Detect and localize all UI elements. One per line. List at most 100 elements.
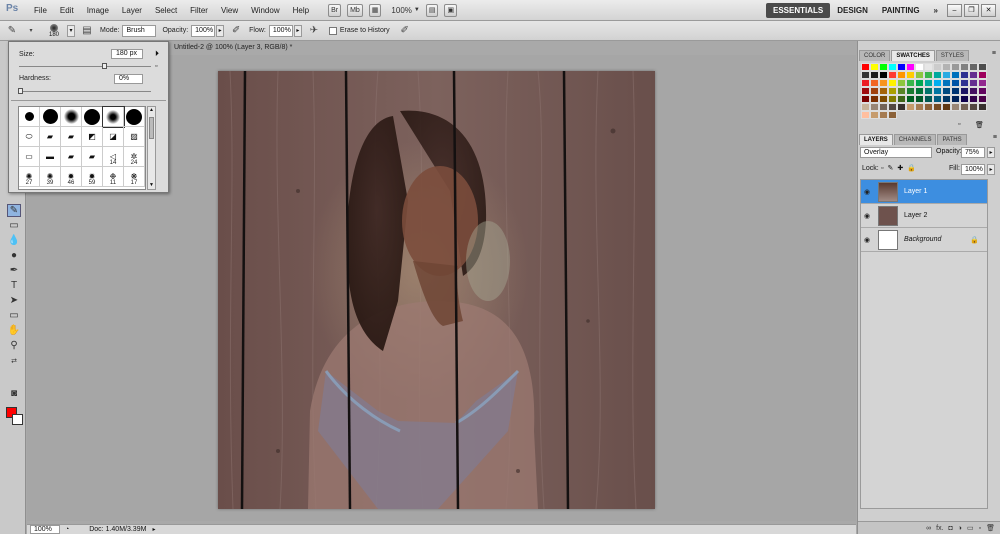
brush-tip[interactable]: ▰ xyxy=(82,147,103,167)
adjustment-layer-icon[interactable]: ◑ xyxy=(958,525,962,532)
color-swatch[interactable] xyxy=(915,87,924,95)
dodge-tool-icon[interactable]: ● xyxy=(7,249,21,262)
workspace-essentials[interactable]: ESSENTIALS xyxy=(766,2,831,18)
color-swatch[interactable] xyxy=(942,95,951,103)
brush-tip-hard-round[interactable] xyxy=(40,107,61,127)
visibility-eye-icon[interactable]: ◉ xyxy=(864,188,874,196)
tab-color[interactable]: COLOR xyxy=(859,50,891,61)
color-swatch[interactable] xyxy=(924,95,933,103)
color-swatch[interactable] xyxy=(969,95,978,103)
tab-paths[interactable]: PATHS xyxy=(937,134,967,145)
color-swatch[interactable] xyxy=(897,71,906,79)
size-slider[interactable] xyxy=(19,66,151,67)
menu-view[interactable]: View xyxy=(221,6,238,15)
airbrush-icon[interactable]: ✈ xyxy=(307,24,321,38)
color-swatch[interactable] xyxy=(879,63,888,71)
brush-tip-hard-round-sm[interactable] xyxy=(19,107,40,127)
status-info-icon[interactable]: ◔ xyxy=(65,526,69,533)
color-swatch[interactable] xyxy=(870,71,879,79)
color-swatch[interactable] xyxy=(969,71,978,79)
hardness-input[interactable]: 0% xyxy=(114,74,143,84)
color-swatch[interactable] xyxy=(924,63,933,71)
new-swatch-icon[interactable]: ▫ xyxy=(958,121,960,128)
workspace-painting[interactable]: PAINTING xyxy=(875,3,927,18)
color-swatch[interactable] xyxy=(861,63,870,71)
color-swatch[interactable] xyxy=(942,63,951,71)
color-swatch[interactable] xyxy=(924,79,933,87)
menu-help[interactable]: Help xyxy=(293,6,309,15)
color-swatch[interactable] xyxy=(879,95,888,103)
color-swatch[interactable] xyxy=(960,79,969,87)
color-swatch[interactable] xyxy=(933,79,942,87)
tool-preset-arrow-icon[interactable]: ▾ xyxy=(24,24,38,38)
layer-row[interactable]: ◉ Layer 1 xyxy=(861,180,987,204)
erase-to-history-checkbox[interactable] xyxy=(328,26,337,35)
layer-style-icon[interactable]: fx. xyxy=(936,525,943,532)
menu-filter[interactable]: Filter xyxy=(190,6,208,15)
menu-layer[interactable]: Layer xyxy=(122,6,142,15)
menu-edit[interactable]: Edit xyxy=(60,6,74,15)
minimize-icon[interactable]: – xyxy=(947,3,962,17)
layer-row[interactable]: ◉ Background 🔒 xyxy=(861,228,987,252)
color-swatch[interactable] xyxy=(888,111,897,119)
delete-swatch-icon[interactable]: 🗑 xyxy=(975,121,984,129)
fill-arrow-icon[interactable]: ▸ xyxy=(987,164,995,175)
document-tab[interactable]: Untitled-2 @ 100% (Layer 3, RGB/8) * xyxy=(170,41,370,55)
brush-tip[interactable]: ▰ xyxy=(40,127,61,147)
brush-tip[interactable]: ⬭ xyxy=(19,127,40,147)
opacity-arrow-icon[interactable]: ▸ xyxy=(216,24,225,37)
color-swatch[interactable] xyxy=(879,103,888,111)
color-swatch[interactable] xyxy=(960,71,969,79)
color-swatch[interactable] xyxy=(870,95,879,103)
bridge-button[interactable]: Br xyxy=(328,3,342,17)
arrange-documents-icon[interactable]: ▤ xyxy=(425,3,439,17)
color-swatch[interactable] xyxy=(888,95,897,103)
color-swatch[interactable] xyxy=(969,103,978,111)
chevron-down-icon[interactable]: ▼ xyxy=(414,7,420,13)
color-swatch[interactable] xyxy=(951,95,960,103)
scroll-up-icon[interactable]: ▲ xyxy=(148,107,155,114)
size-slider-thumb[interactable] xyxy=(101,63,107,69)
color-swatch[interactable] xyxy=(861,95,870,103)
color-swatch[interactable] xyxy=(969,79,978,87)
brush-tip-24[interactable]: ✲ 24 xyxy=(124,147,145,167)
color-swatch[interactable] xyxy=(978,79,987,87)
brush-tip-hard-round-xl[interactable] xyxy=(124,107,145,127)
brush-tip[interactable]: ◪ xyxy=(103,127,124,147)
color-swatch[interactable] xyxy=(933,103,942,111)
mode-select[interactable]: Brush xyxy=(122,24,157,37)
layers-menu-icon[interactable]: ≡ xyxy=(993,134,997,141)
color-swatch[interactable] xyxy=(915,63,924,71)
brush-tip-soft-selected[interactable] xyxy=(102,106,125,128)
background-color-swatch[interactable] xyxy=(12,414,23,425)
color-swatch[interactable] xyxy=(879,111,888,119)
color-swatch[interactable] xyxy=(906,79,915,87)
color-swatch[interactable] xyxy=(888,71,897,79)
opacity-input[interactable]: 100% xyxy=(191,24,216,37)
brush-tip[interactable]: ▰ xyxy=(61,147,82,167)
more-workspaces-icon[interactable]: » xyxy=(927,3,945,18)
flow-input[interactable]: 100% xyxy=(268,24,293,37)
color-swatch[interactable] xyxy=(924,103,933,111)
color-swatch[interactable] xyxy=(960,103,969,111)
canvas-image[interactable] xyxy=(218,71,655,509)
brush-tip[interactable]: ▬ xyxy=(40,147,61,167)
color-swatch[interactable] xyxy=(933,71,942,79)
status-menu-arrow-icon[interactable]: ▸ xyxy=(152,526,155,533)
color-swatch[interactable] xyxy=(951,87,960,95)
tab-layers[interactable]: LAYERS xyxy=(859,134,893,145)
menu-window[interactable]: Window xyxy=(251,6,279,15)
hardness-slider-thumb[interactable] xyxy=(18,88,23,94)
pressure-size-icon[interactable]: ✐ xyxy=(398,24,412,38)
layer-opacity-input[interactable]: 75% xyxy=(961,147,985,158)
color-swatch[interactable] xyxy=(960,87,969,95)
close-icon[interactable]: ✕ xyxy=(981,3,996,17)
picker-menu-icon[interactable]: ⏵ xyxy=(155,49,159,59)
tab-channels[interactable]: CHANNELS xyxy=(893,134,937,145)
brush-tip-46[interactable]: ✹ 46 xyxy=(61,167,82,187)
size-input[interactable]: 180 px xyxy=(111,49,143,59)
color-swatch[interactable] xyxy=(933,63,942,71)
color-swatch[interactable] xyxy=(915,79,924,87)
extras-icon[interactable]: ▦ xyxy=(368,3,382,17)
menu-select[interactable]: Select xyxy=(155,6,177,15)
